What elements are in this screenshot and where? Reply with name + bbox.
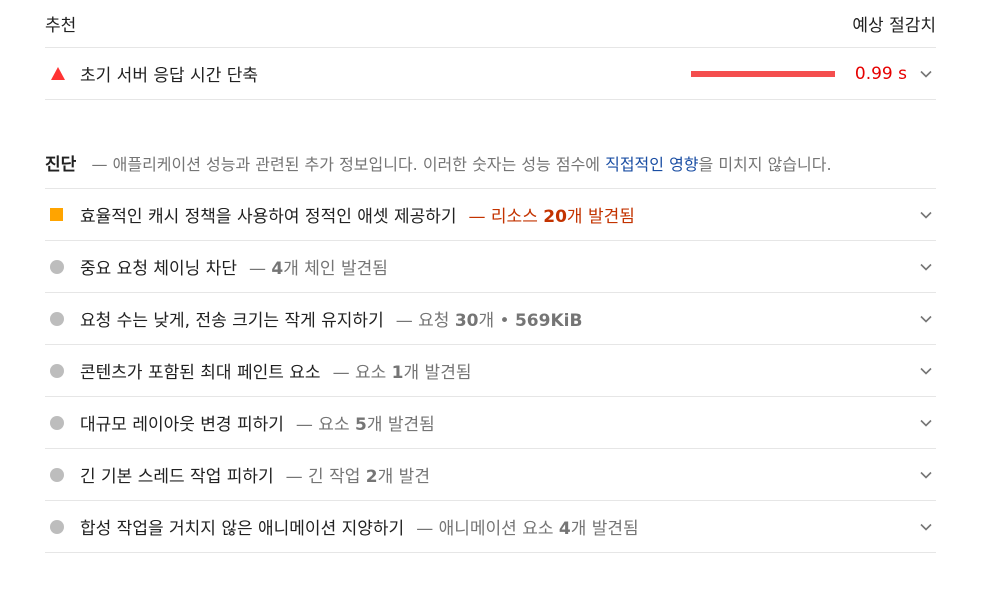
performance-audit-panel: 추천 예상 절감치 초기 서버 응답 시간 단축 0.99 s 진단 — 애플리…	[45, 0, 936, 553]
circle-info-icon	[50, 363, 64, 378]
display-prefix: — 긴 작업	[285, 467, 366, 487]
diagnostic-title: 대규모 레이아웃 변경 피하기	[80, 415, 284, 435]
chevron-down-icon[interactable]	[916, 361, 936, 381]
diagnostics-description-end: 을 미치지 않습니다.	[698, 155, 832, 174]
display-prefix: — 요소	[295, 415, 355, 435]
display-count: 30	[454, 311, 479, 331]
diagnostic-title: 콘텐츠가 포함된 최대 페인트 요소	[80, 363, 321, 383]
display-prefix: —	[248, 259, 272, 279]
diagnostics-label: 진단	[45, 155, 77, 175]
chevron-down-icon[interactable]	[916, 205, 936, 225]
circle-info-icon	[50, 415, 64, 430]
square-warn-icon	[50, 208, 63, 221]
display-suffix: 개 발견됨	[366, 415, 435, 435]
display-prefix: — 리소스	[468, 207, 544, 227]
circle-info-icon	[50, 311, 64, 326]
display-suffix: 개 •	[478, 311, 515, 331]
display-prefix: — 애니메이션 요소	[416, 519, 559, 539]
diagnostic-display-value: — 요소 1개 발견됨	[333, 358, 472, 383]
display-count: 4	[558, 519, 571, 539]
display-suffix: 개 발견됨	[566, 207, 635, 227]
display-suffix: 개 체인 발견됨	[283, 259, 388, 279]
display-count: 2	[365, 467, 378, 487]
display-count: 5	[355, 415, 367, 435]
chevron-down-icon[interactable]	[916, 309, 936, 329]
diagnostic-row[interactable]: 대규모 레이아웃 변경 피하기 — 요소 5개 발견됨	[45, 397, 936, 449]
diagnostic-row[interactable]: 합성 작업을 거치지 않은 애니메이션 지양하기 — 애니메이션 요소 4개 발견…	[45, 501, 936, 553]
opportunity-title: 초기 서버 응답 시간 단축	[80, 66, 259, 86]
chevron-down-icon[interactable]	[916, 257, 936, 277]
direct-impact-link[interactable]: 직접적인 영향	[605, 155, 698, 174]
opportunities-header-savings: 예상 절감치	[852, 16, 936, 36]
circle-info-icon	[50, 519, 64, 534]
chevron-down-icon[interactable]	[916, 517, 936, 537]
triangle-fail-icon	[51, 67, 65, 80]
diagnostics-description: 애플리케이션 성능과 관련된 추가 정보입니다. 이러한 숫자는 성능 점수에	[112, 155, 606, 174]
diagnostic-title: 긴 기본 스레드 작업 피하기	[80, 467, 274, 487]
opportunity-row[interactable]: 초기 서버 응답 시간 단축 0.99 s	[45, 48, 936, 100]
diagnostic-title: 효율적인 캐시 정책을 사용하여 정적인 애셋 제공하기	[80, 207, 457, 227]
diagnostic-display-value: — 긴 작업 2개 발견	[286, 462, 430, 487]
chevron-down-icon[interactable]	[916, 413, 936, 433]
savings-bar	[691, 70, 835, 77]
display-count: 20	[543, 207, 567, 227]
diagnostics-intro: 진단 — 애플리케이션 성능과 관련된 추가 정보입니다. 이러한 숫자는 성능…	[45, 150, 936, 189]
diagnostic-title: 합성 작업을 거치지 않은 애니메이션 지양하기	[80, 519, 405, 539]
diagnostic-display-value: — 애니메이션 요소 4개 발견됨	[416, 514, 639, 539]
diagnostic-display-value: — 리소스 20개 발견됨	[469, 202, 635, 227]
display-suffix: 개 발견됨	[570, 519, 639, 539]
opportunities-header: 추천 예상 절감치	[45, 0, 936, 48]
diagnostic-display-value: — 요청 30개 • 569KiB	[396, 306, 583, 331]
diagnostics-list: 효율적인 캐시 정책을 사용하여 정적인 애셋 제공하기 — 리소스 20개 발견…	[45, 189, 936, 553]
savings-value: 0.99 s	[854, 63, 907, 84]
chevron-down-icon[interactable]	[916, 465, 936, 485]
diagnostic-row[interactable]: 중요 요청 체이닝 차단 — 4개 체인 발견됨	[45, 241, 936, 293]
display-suffix: 개 발견	[377, 467, 430, 487]
diagnostic-row[interactable]: 콘텐츠가 포함된 최대 페인트 요소 — 요소 1개 발견됨	[45, 345, 936, 397]
diagnostics-dash: —	[91, 155, 108, 174]
display-prefix: — 요청	[395, 311, 455, 331]
diagnostic-title: 중요 요청 체이닝 차단	[80, 259, 237, 279]
opportunities-header-label: 추천	[45, 16, 77, 36]
diagnostic-title: 요청 수는 낮게, 전송 크기는 작게 유지하기	[80, 311, 384, 331]
circle-info-icon	[50, 259, 64, 274]
chevron-down-icon[interactable]	[916, 64, 936, 84]
diagnostic-row[interactable]: 긴 기본 스레드 작업 피하기 — 긴 작업 2개 발견	[45, 449, 936, 501]
circle-info-icon	[50, 467, 64, 482]
display-suffix: 개 발견됨	[403, 363, 472, 383]
display-prefix: — 요소	[332, 363, 392, 383]
diagnostic-display-value: — 4개 체인 발견됨	[249, 254, 388, 279]
diagnostic-row[interactable]: 요청 수는 낮게, 전송 크기는 작게 유지하기 — 요청 30개 • 569Ki…	[45, 293, 936, 345]
display-count: 4	[271, 259, 284, 279]
savings-bar-fill	[691, 70, 835, 77]
diagnostic-display-value: — 요소 5개 발견됨	[296, 410, 435, 435]
diagnostic-row[interactable]: 효율적인 캐시 정책을 사용하여 정적인 애셋 제공하기 — 리소스 20개 발견…	[45, 189, 936, 241]
display-size: 569KiB	[514, 311, 583, 331]
display-count: 1	[391, 363, 404, 383]
